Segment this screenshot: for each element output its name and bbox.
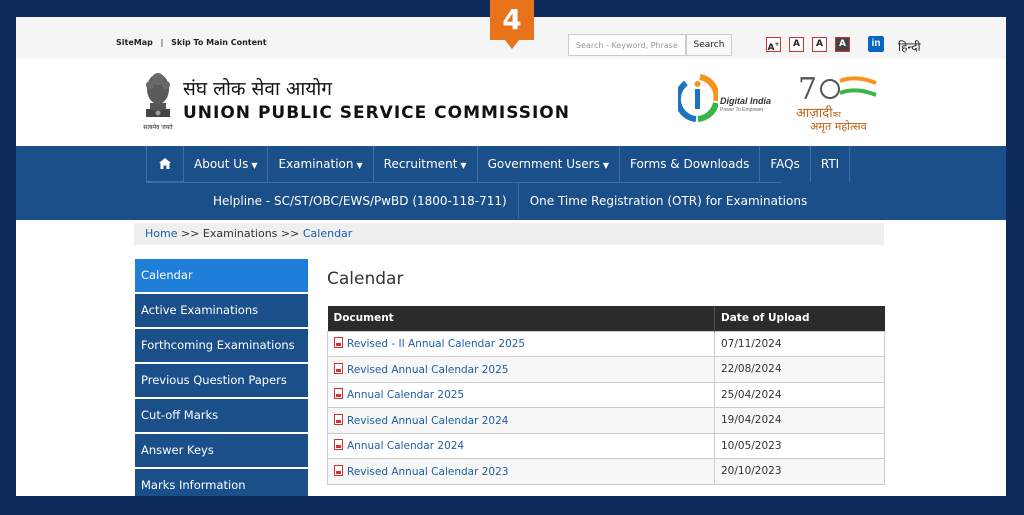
search-button[interactable]: Search [686, 34, 732, 56]
org-name-english[interactable]: UNION PUBLIC SERVICE COMMISSION [183, 103, 570, 123]
calendar-documents-table: Document Date of Upload Revised - II Ann… [327, 306, 885, 485]
nav-faqs[interactable]: FAQs [760, 146, 811, 182]
nav-examination[interactable]: Examination ▼ [268, 146, 374, 182]
nav-row-primary: About Us ▼ Examination ▼ Recruitment ▼ Gove… [146, 146, 851, 182]
nav-forms-downloads[interactable]: Forms & Downloads [620, 146, 761, 182]
document-cell: Annual Calendar 2024 [327, 432, 715, 459]
chevron-down-icon: ▼ [356, 161, 363, 170]
language-toggle[interactable]: हिन्दी [898, 38, 921, 55]
nav-government-users[interactable]: Government Users ▼ [478, 146, 620, 182]
nav-row-secondary: Helpline - SC/ST/OBC/EWS/PwBD (1800-118-… [202, 183, 818, 219]
date-cell: 22/08/2024 [714, 356, 885, 383]
breadcrumb-current[interactable]: Calendar [303, 227, 352, 240]
breadcrumb-home[interactable]: Home [145, 227, 177, 240]
date-cell: 10/05/2023 [714, 432, 885, 459]
document-link[interactable]: Revised Annual Calendar 2023 [347, 466, 508, 478]
home-icon [159, 158, 171, 169]
chevron-down-icon: ▼ [251, 161, 258, 170]
site-header: सत्यमेव जयते संघ लोक सेवा आयोग UNION PUB… [16, 59, 1006, 146]
top-links-separator: | [160, 38, 164, 47]
sidebar-item-previous-question-papers[interactable]: Previous Question Papers [135, 364, 308, 397]
table-row: Revised - II Annual Calendar 2025 07/11/… [327, 330, 885, 357]
date-cell: 20/10/2023 [714, 458, 885, 485]
sidebar-menu: Calendar Active Examinations Forthcoming… [135, 259, 308, 496]
table-row: Revised Annual Calendar 2025 22/08/2024 [327, 356, 885, 383]
nav-recruitment[interactable]: Recruitment ▼ [374, 146, 478, 182]
emblem-caption: सत्यमेव जयते [143, 124, 173, 131]
nav-otr[interactable]: One Time Registration (OTR) for Examinat… [519, 183, 818, 219]
document-link[interactable]: Revised Annual Calendar 2025 [347, 364, 508, 376]
date-cell: 07/11/2024 [714, 330, 885, 357]
page-title: Calendar [327, 269, 404, 289]
search-input[interactable] [568, 34, 686, 56]
nav-rti[interactable]: RTI [811, 146, 851, 182]
breadcrumb-examinations: Examinations [202, 227, 278, 240]
sitemap-link[interactable]: SiteMap [116, 38, 153, 47]
document-link[interactable]: Revised Annual Calendar 2024 [347, 415, 508, 427]
sidebar-item-marks-information[interactable]: Marks Information [135, 469, 308, 496]
date-cell: 19/04/2024 [714, 407, 885, 434]
linkedin-icon[interactable]: in [868, 36, 884, 52]
top-links: SiteMap | Skip To Main Content [116, 38, 267, 47]
sidebar-item-active-examinations[interactable]: Active Examinations [135, 294, 308, 327]
skip-to-main-link[interactable]: Skip To Main Content [171, 38, 266, 47]
table-row: Revised Annual Calendar 2024 19/04/2024 [327, 407, 885, 434]
digital-india-logo-icon [678, 74, 718, 122]
font-decrease-button[interactable]: A [812, 37, 827, 52]
svg-text:7: 7 [798, 72, 817, 107]
nav-helpline[interactable]: Helpline - SC/ST/OBC/EWS/PwBD (1800-118-… [202, 183, 519, 219]
document-cell: Revised Annual Calendar 2023 [327, 458, 715, 485]
document-link[interactable]: Annual Calendar 2024 [347, 440, 464, 452]
chevron-down-icon: ▼ [460, 161, 467, 170]
breadcrumb-separator: >> [180, 227, 200, 240]
font-increase-button[interactable]: A+ [766, 37, 781, 53]
digital-india-subtitle: Power To Empower [720, 107, 764, 113]
nav-about-us[interactable]: About Us ▼ [184, 146, 269, 182]
column-header-document: Document [327, 306, 715, 331]
pdf-icon [334, 388, 343, 400]
document-link[interactable]: Revised - II Annual Calendar 2025 [347, 338, 525, 350]
column-header-date: Date of Upload [714, 306, 885, 331]
table-row: Annual Calendar 2024 10/05/2023 [327, 432, 885, 459]
pdf-icon [334, 464, 343, 476]
font-normal-button[interactable]: A [789, 37, 804, 52]
date-cell: 25/04/2024 [714, 381, 885, 408]
main-navigation: About Us ▼ Examination ▼ Recruitment ▼ Gove… [16, 146, 1006, 220]
document-link[interactable]: Annual Calendar 2025 [347, 389, 464, 401]
pdf-icon [334, 362, 343, 374]
document-cell: Annual Calendar 2025 [327, 381, 715, 408]
table-header-row: Document Date of Upload [327, 306, 885, 331]
breadcrumb: Home >> Examinations >> Calendar [134, 223, 884, 245]
step-number-badge: 4 [490, 0, 534, 49]
azadi-line2: अमृत महोत्सव [810, 120, 867, 133]
pdf-icon [334, 337, 343, 349]
digital-india-title: Digital India [720, 96, 772, 106]
sidebar-item-forthcoming-examinations[interactable]: Forthcoming Examinations [135, 329, 308, 362]
document-cell: Revised - II Annual Calendar 2025 [327, 330, 715, 357]
document-cell: Revised Annual Calendar 2025 [327, 356, 715, 383]
high-contrast-button[interactable]: A [835, 37, 850, 52]
table-row: Annual Calendar 2025 25/04/2024 [327, 381, 885, 408]
sidebar-item-cutoff-marks[interactable]: Cut-off Marks [135, 399, 308, 432]
org-name-hindi: संघ लोक सेवा आयोग [183, 78, 332, 100]
screenshot-frame: SiteMap | Skip To Main Content Search A+… [16, 17, 1006, 496]
sidebar-item-calendar[interactable]: Calendar [135, 259, 308, 292]
pdf-icon [334, 439, 343, 451]
chevron-down-icon: ▼ [602, 161, 609, 170]
sidebar-item-answer-keys[interactable]: Answer Keys [135, 434, 308, 467]
breadcrumb-separator: >> [280, 227, 300, 240]
pdf-icon [334, 413, 343, 425]
nav-home-button[interactable] [146, 146, 184, 182]
table-row: Revised Annual Calendar 2023 20/10/2023 [327, 458, 885, 485]
document-cell: Revised Annual Calendar 2024 [327, 407, 715, 434]
